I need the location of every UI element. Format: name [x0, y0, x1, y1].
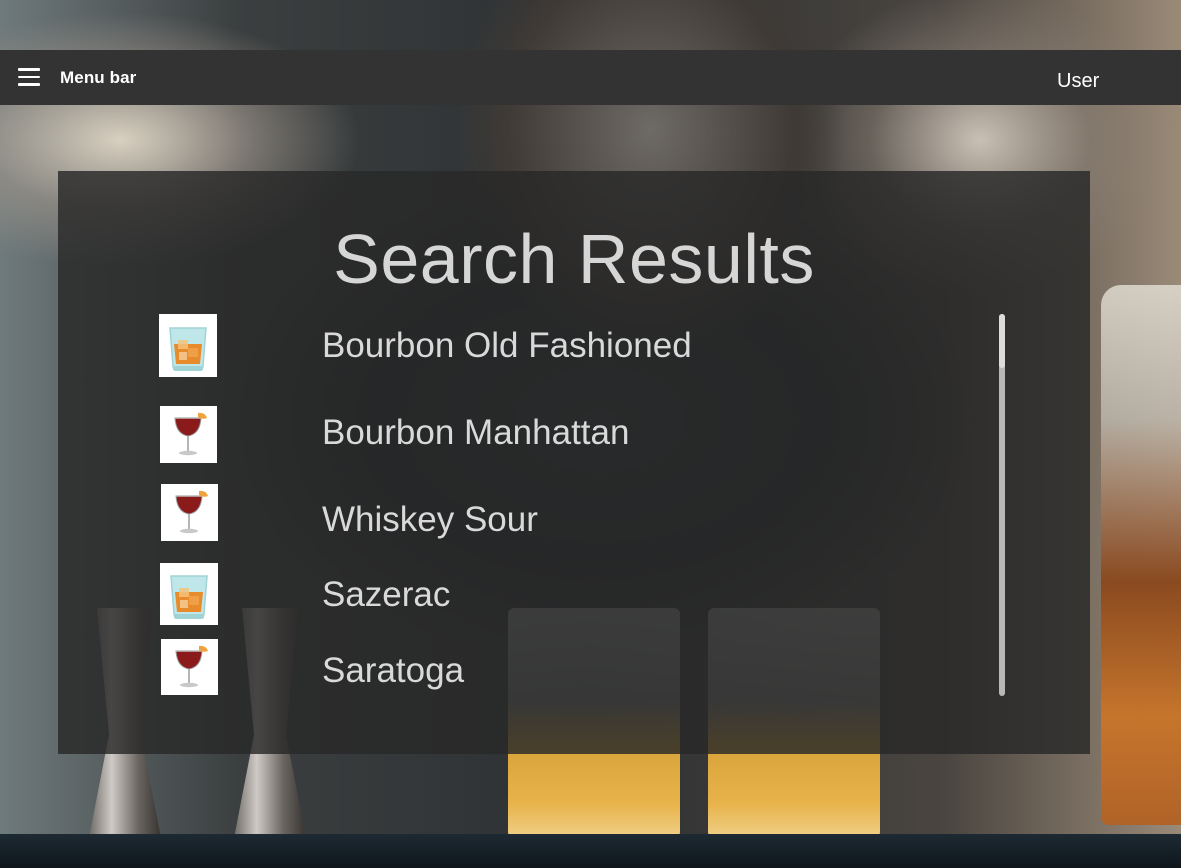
results-scrollbar-thumb[interactable] — [999, 314, 1005, 368]
search-results-title: Search Results — [333, 220, 815, 298]
coupe-glass-icon — [160, 406, 217, 463]
results-scrollbar-track[interactable] — [999, 314, 1005, 696]
result-name: Bourbon Old Fashioned — [322, 326, 692, 365]
user-menu-link[interactable]: User — [1057, 70, 1099, 93]
rocks-glass-icon — [159, 314, 217, 377]
result-item-bourbon-old-fashioned[interactable]: Bourbon Old Fashioned — [158, 314, 998, 378]
result-name: Bourbon Manhattan — [322, 413, 630, 452]
result-item-saratoga[interactable]: Saratoga — [158, 639, 998, 703]
result-item-whiskey-sour[interactable]: Whiskey Sour — [158, 484, 998, 548]
top-menu-bar: Menu bar — [0, 50, 1181, 105]
rocks-glass-icon — [160, 563, 218, 625]
search-results-panel: Search Results Bourbon Old Fashioned Bou… — [58, 171, 1090, 754]
result-item-bourbon-manhattan[interactable]: Bourbon Manhattan — [158, 406, 998, 470]
result-name: Sazerac — [322, 575, 451, 614]
coupe-glass-icon — [161, 484, 218, 541]
result-name: Whiskey Sour — [322, 500, 538, 539]
hamburger-menu-icon[interactable] — [18, 68, 40, 86]
menu-bar-title: Menu bar — [60, 68, 137, 87]
bar-counter-image — [0, 834, 1181, 868]
result-item-sazerac[interactable]: Sazerac — [158, 563, 998, 627]
coupe-glass-icon — [161, 639, 218, 695]
decanter-image — [1101, 285, 1181, 825]
result-name: Saratoga — [322, 651, 465, 690]
